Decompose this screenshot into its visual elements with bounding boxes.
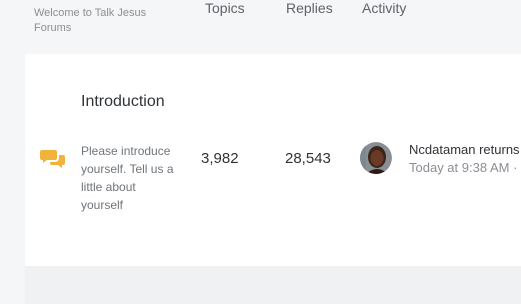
forum-replies-count: 28,543 xyxy=(285,150,331,167)
latest-post-time[interactable]: Today at 9:38 AM · xyxy=(409,160,517,176)
forum-description: Please introduce yourself. Tell us a lit… xyxy=(81,144,174,212)
forum-list-page: Welcome to Talk Jesus Forums Topics Repl… xyxy=(0,0,521,304)
column-header-replies: Replies xyxy=(286,0,333,16)
forum-title-link[interactable]: Introduction xyxy=(81,88,167,115)
category-description: Welcome to Talk Jesus Forums xyxy=(34,7,147,34)
user-avatar-image xyxy=(360,142,392,174)
chat-bubbles-icon xyxy=(40,150,65,168)
latest-post-user-link[interactable]: Ncdataman returns xyxy=(409,142,520,158)
forum-topics-count: 3,982 xyxy=(201,150,239,167)
forum-list-footer xyxy=(25,266,521,304)
avatar[interactable] xyxy=(360,142,392,174)
category-header: Welcome to Talk Jesus Forums Topics Repl… xyxy=(0,0,521,54)
column-header-topics: Topics xyxy=(205,0,245,16)
column-header-activity: Activity xyxy=(362,0,407,16)
